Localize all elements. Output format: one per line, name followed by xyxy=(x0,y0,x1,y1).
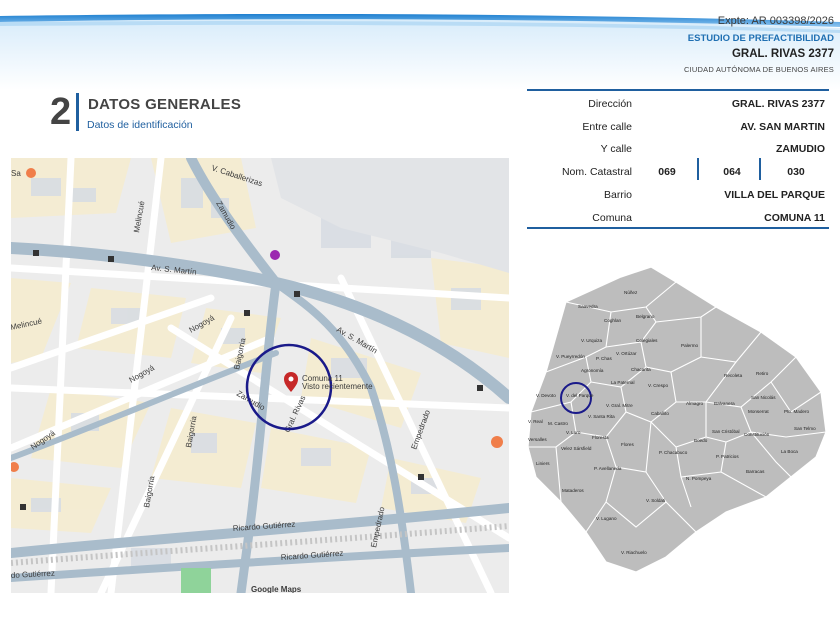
study-type: ESTUDIO DE PREFACTIBILIDAD xyxy=(687,33,834,44)
label-n-pompeya: N. Pompeya xyxy=(686,476,712,481)
label-monserrat: Monserrat xyxy=(748,409,769,414)
y-calle-value: ZAMUDIO xyxy=(776,143,825,155)
label-m-castro: M. Castro xyxy=(548,421,568,426)
label-boedo: Boedo xyxy=(694,438,708,443)
row-entre-calle: Entre calle AV. SAN MARTIN xyxy=(527,116,829,138)
label-p-patricios: P. Patricios xyxy=(716,454,739,459)
pin-subtitle: Visto recientemente xyxy=(302,382,373,391)
label-liniers: Liniers xyxy=(536,461,550,466)
barrio-value: VILLA DEL PARQUE xyxy=(724,189,825,201)
label-almagro: Almagro xyxy=(686,401,704,406)
label-v-gral-mitre: V. Gral. Mitre xyxy=(606,403,633,408)
catastral-circ: 069 xyxy=(658,166,676,178)
label-colegiales: Colegiales xyxy=(636,338,658,343)
label-velez-sarsfield: Velez Sársfield xyxy=(561,446,592,451)
label-san-nicolas: San Nicolás xyxy=(751,395,776,400)
label-saavedra: Saavedra xyxy=(578,304,598,309)
label-v-soldati: V. Soldati xyxy=(646,498,665,503)
label-la-paternal: La Paternal xyxy=(611,380,635,385)
section-subtitle: Datos de identificación xyxy=(87,119,193,131)
header-banner xyxy=(0,0,840,90)
label-floresta: Floresta xyxy=(592,435,609,440)
section-title: DATOS GENERALES xyxy=(88,96,242,113)
row-comuna: Comuna COMUNA 11 xyxy=(527,207,829,229)
label-p-avellaneda: P. Avellaneda xyxy=(594,466,622,471)
label-v-riachuelo: V. Riachuelo xyxy=(621,550,647,555)
label-constitucion: Constitución xyxy=(744,432,770,437)
property-address: GRAL. RIVAS 2377 xyxy=(731,48,834,60)
label-v-real: V. Real xyxy=(528,419,543,424)
label-chacarita: Chacarita xyxy=(631,367,651,372)
direccion-label: Dirección xyxy=(588,98,632,110)
city-name: CIUDAD AUTÓNOMA DE BUENOS AIRES xyxy=(684,65,834,74)
poi-food-icon[interactable] xyxy=(491,436,503,448)
label-pto-madero: Pto. Madero xyxy=(784,409,809,414)
barrio-label: Barrio xyxy=(603,189,632,201)
direccion-value: GRAL. RIVAS 2377 xyxy=(731,98,825,110)
catastral-manzana: 030 xyxy=(787,166,805,178)
section-number: 2 xyxy=(50,91,72,133)
entre-calle-label: Entre calle xyxy=(582,121,632,133)
label-agronomia: Agronomía xyxy=(581,368,604,373)
catastral-label: Nom. Catastral xyxy=(561,166,632,178)
label-v-santa-rita: V. Santa Rita xyxy=(588,414,615,419)
label-p-chacabuco: P. Chacabuco xyxy=(659,450,688,455)
label-p-chas: P. Chas xyxy=(596,356,612,361)
label-mataderos: Mataderos xyxy=(562,488,584,493)
catastral-separator xyxy=(697,158,699,180)
label-versalles: Versalles xyxy=(528,437,547,442)
document-page: Expte: AR 003398/2026 ESTUDIO DE PREFACT… xyxy=(0,0,840,630)
barrios-map: Saavedra Núñez Coghlan Belgrano V. Urqui… xyxy=(526,262,831,577)
poi-shopping-icon[interactable] xyxy=(270,250,280,260)
label-barracas: Barracas xyxy=(746,469,765,474)
poi-food-icon[interactable] xyxy=(26,168,36,178)
label-retiro: Retiro xyxy=(756,371,769,376)
label-caballito: Caballito xyxy=(651,411,669,416)
street-map[interactable]: V. Caballerizas Zamudio Melincué Av. S. … xyxy=(11,158,509,593)
park-area xyxy=(181,568,211,593)
label-balvanera: Balvanera xyxy=(714,401,735,406)
expediente-number: Expte: AR 003398/2026 xyxy=(717,15,834,27)
label-v-ortuzar: V. Ortúzar xyxy=(616,351,637,356)
section-divider xyxy=(76,93,79,131)
entre-calle-value: AV. SAN MARTIN xyxy=(740,121,825,133)
label-recoleta: Recoleta xyxy=(724,373,743,378)
label-v-luro: V. Luro xyxy=(566,430,581,435)
catastral-seccion: 064 xyxy=(723,166,741,178)
label-v-devoto: V. Devoto xyxy=(536,393,556,398)
row-direccion: Dirección GRAL. RIVAS 2377 xyxy=(527,93,829,115)
label-la-boca: La Boca xyxy=(781,449,798,454)
label-san-cristobal: San Cristóbal xyxy=(712,429,740,434)
label-belgrano: Belgrano xyxy=(636,314,655,319)
label-v-del-parque: V. del Parque xyxy=(566,393,594,398)
row-y-calle: Y calle ZAMUDIO xyxy=(527,138,829,160)
comuna-value: COMUNA 11 xyxy=(764,212,825,224)
identification-table: Dirección GRAL. RIVAS 2377 Entre calle A… xyxy=(527,89,829,229)
label-v-urquiza: V. Urquiza xyxy=(581,338,602,343)
y-calle-label: Y calle xyxy=(600,143,632,155)
label-coghlan: Coghlan xyxy=(604,318,622,323)
label-san-telmo: San Telmo xyxy=(794,426,816,431)
label-flores: Flores xyxy=(621,442,634,447)
label-v-pueyrredon: V. Pueyrredón xyxy=(556,354,585,359)
google-maps-watermark: Google Maps xyxy=(251,585,302,593)
row-barrio: Barrio VILLA DEL PARQUE xyxy=(527,184,829,206)
comuna-label: Comuna xyxy=(592,212,632,224)
row-catastral: Nom. Catastral 069 064 030 xyxy=(527,158,829,183)
label-palermo: Palermo xyxy=(681,343,699,348)
label-nunez: Núñez xyxy=(624,290,638,295)
label-v-crespo: V. Crespo xyxy=(648,383,668,388)
catastral-separator xyxy=(759,158,761,180)
street-sa: Sa xyxy=(11,169,21,178)
label-v-lugano: V. Lugano xyxy=(596,516,617,521)
